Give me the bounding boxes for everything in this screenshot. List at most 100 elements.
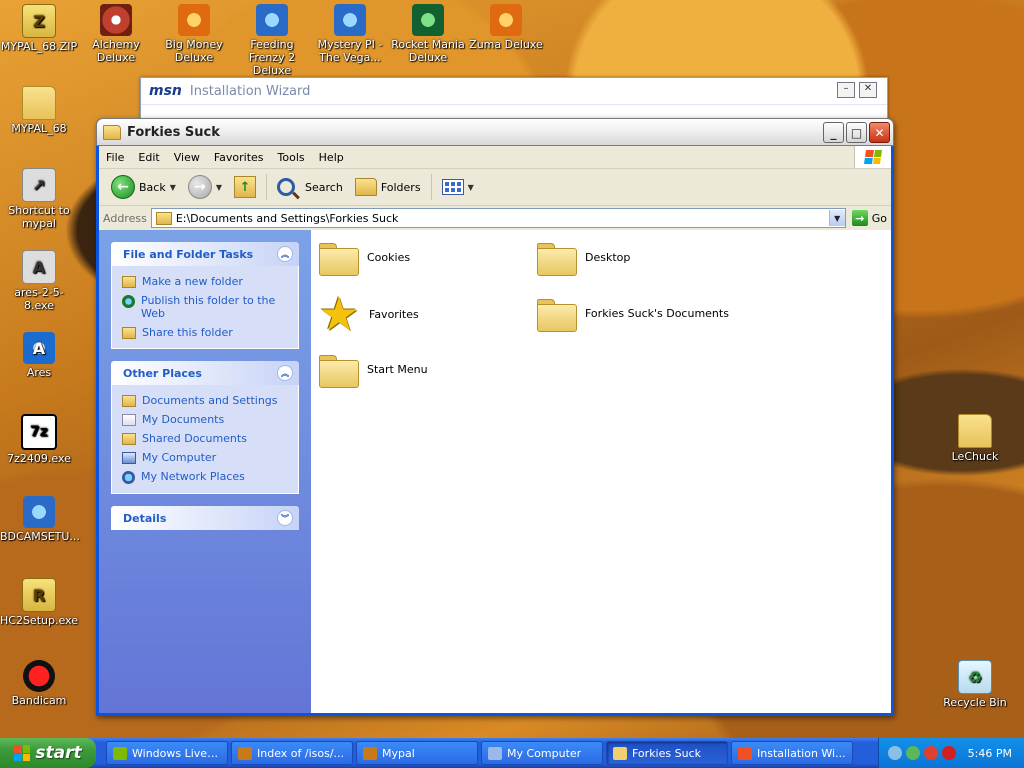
desktop-icon-ares[interactable]: A Ares <box>0 332 78 379</box>
menu-file[interactable]: File <box>99 151 131 164</box>
explorer-titlebar[interactable]: Forkies Suck _ □ ✕ <box>96 118 894 146</box>
folder-icon <box>122 433 136 445</box>
taskbar-item-my-computer[interactable]: My Computer <box>481 741 603 765</box>
desktop-icon-feeding-frenzy[interactable]: Feeding Frenzy 2 Deluxe <box>233 4 311 77</box>
up-button[interactable]: ↑ <box>228 172 262 202</box>
taskbar-item-forkies-suck[interactable]: Forkies Suck <box>606 741 728 765</box>
folders-button[interactable]: Folders <box>349 172 427 202</box>
back-button[interactable]: ← Back ▼ <box>105 172 182 202</box>
task-label: Windows Live ... <box>132 746 221 760</box>
msn-titlebar[interactable]: msn Installation Wizard <box>141 78 887 105</box>
start-button[interactable]: start <box>0 738 96 768</box>
file-list-view[interactable]: Cookies Desktop ★ Favorites Forkies Suck… <box>311 230 891 713</box>
folder-item-start-menu[interactable]: Start Menu <box>319 352 428 388</box>
desktop-icon-big-money[interactable]: Big Money Deluxe <box>155 4 233 64</box>
desktop-icon-label: Rocket Mania Deluxe <box>391 38 465 64</box>
place-my-computer[interactable]: My Computer <box>122 448 288 467</box>
taskbar-item-mypal[interactable]: Mypal <box>356 741 478 765</box>
task-publish-web[interactable]: Publish this folder to the Web <box>122 291 288 323</box>
desktop-icon-alchemy[interactable]: Alchemy Deluxe <box>77 4 155 64</box>
system-tray: 5:46 PM <box>878 738 1024 768</box>
taskbar-item-index-isos[interactable]: Index of /isos/... <box>231 741 353 765</box>
other-places-panel: Other Places ︽ Documents and Settings My… <box>111 361 299 494</box>
address-label: Address <box>103 211 147 225</box>
task-label: Publish this folder to the Web <box>141 294 276 320</box>
msn-close-button[interactable]: ✕ <box>859 82 877 98</box>
messenger-tray-icon[interactable] <box>905 746 920 760</box>
taskbar-item-windows-live[interactable]: Windows Live ... <box>106 741 228 765</box>
desktop-icon-rocket-mania[interactable]: Rocket Mania Deluxe <box>389 4 467 64</box>
desktop-icon-hc2setup[interactable]: R HC2Setup.exe <box>0 578 78 627</box>
place-documents-and-settings[interactable]: Documents and Settings <box>122 391 288 410</box>
menu-view[interactable]: View <box>167 151 207 164</box>
winrar-icon: R <box>22 578 56 612</box>
search-button[interactable]: Search <box>271 172 349 202</box>
desktop-icon-mystery-pi[interactable]: Mystery PI - The Vega... <box>311 4 389 64</box>
close-button[interactable]: ✕ <box>869 122 890 143</box>
desktop-icon-ares-installer[interactable]: A ares-2-5-8.exe <box>0 250 78 312</box>
recycle-bin-icon: ♻ <box>958 660 992 694</box>
collapse-chevron-icon[interactable]: ︽ <box>277 365 293 381</box>
desktop-icon-bdcam[interactable]: BDCAMSETU... <box>0 496 80 543</box>
task-label: Installation Wi... <box>757 746 846 760</box>
menu-help[interactable]: Help <box>312 151 351 164</box>
shield-icon[interactable] <box>941 746 956 760</box>
address-input[interactable] <box>175 211 829 225</box>
folder-item-desktop[interactable]: Desktop <box>537 240 630 276</box>
folder-icon <box>613 746 627 760</box>
other-places-header[interactable]: Other Places ︽ <box>111 361 299 385</box>
maximize-button[interactable]: □ <box>846 122 867 143</box>
folder-icon <box>537 240 577 276</box>
msn-minimize-button[interactable]: – <box>837 82 855 98</box>
desktop-icon-label: Shortcut to mypal <box>8 204 70 230</box>
desktop-icon-zuma[interactable]: Zuma Deluxe <box>467 4 545 51</box>
desktop-icon-label: MYPAL_68.ZIP <box>0 40 78 53</box>
desktop-icon-lechuck[interactable]: LeChuck <box>936 414 1014 463</box>
taskbar-buttons: Windows Live ... Index of /isos/... Mypa… <box>106 741 853 765</box>
menu-tools[interactable]: Tools <box>271 151 312 164</box>
desktop-icon-mypal-folder[interactable]: MYPAL_68 <box>0 86 78 135</box>
task-share-folder[interactable]: Share this folder <box>122 323 288 342</box>
menu-favorites[interactable]: Favorites <box>207 151 271 164</box>
menu-edit[interactable]: Edit <box>131 151 166 164</box>
expand-chevron-icon[interactable]: ︾ <box>277 510 293 526</box>
chevron-down-icon[interactable]: ▼ <box>468 183 474 192</box>
desktop-icon-bandicam[interactable]: Bandicam <box>0 660 78 707</box>
folder-item-cookies[interactable]: Cookies <box>319 240 410 276</box>
folder-icon <box>155 211 172 225</box>
place-my-documents[interactable]: My Documents <box>122 410 288 429</box>
desktop-icon-7zip[interactable]: 7z 7z2409.exe <box>0 414 78 465</box>
views-button[interactable]: ▼ <box>436 172 480 202</box>
file-folder-tasks-header[interactable]: File and Folder Tasks ︽ <box>111 242 299 266</box>
security-alert-icon[interactable] <box>923 746 938 760</box>
minimize-button[interactable]: _ <box>823 122 844 143</box>
clock[interactable]: 5:46 PM <box>968 747 1012 760</box>
forward-button[interactable]: → ▼ <box>182 172 228 202</box>
folder-item-documents[interactable]: Forkies Suck's Documents <box>537 296 729 332</box>
collapse-chevron-icon[interactable]: ︽ <box>277 246 293 262</box>
chevron-down-icon[interactable]: ▼ <box>216 183 222 192</box>
network-tray-icon[interactable] <box>887 746 902 760</box>
desktop-icon-mypal-zip[interactable]: Z MYPAL_68.ZIP <box>0 4 78 53</box>
desktop-icon-recycle-bin[interactable]: ♻ Recycle Bin <box>936 660 1014 709</box>
desktop-icon-shortcut-mypal[interactable]: ↗ Shortcut to mypal <box>0 168 78 230</box>
explorer-window[interactable]: Forkies Suck _ □ ✕ File Edit View Favori… <box>96 118 894 716</box>
task-label: Forkies Suck <box>632 746 701 760</box>
place-shared-documents[interactable]: Shared Documents <box>122 429 288 448</box>
address-dropdown-button[interactable]: ▼ <box>828 210 845 226</box>
task-pane: File and Folder Tasks ︽ Make a new folde… <box>99 230 311 713</box>
desktop-icon-label: Alchemy Deluxe <box>92 38 140 64</box>
share-folder-icon <box>122 327 136 339</box>
globe-icon <box>122 295 135 308</box>
folder-item-favorites[interactable]: ★ Favorites <box>317 291 418 337</box>
msn-icon <box>738 746 752 760</box>
chevron-down-icon[interactable]: ▼ <box>170 183 176 192</box>
place-my-network-places[interactable]: My Network Places <box>122 467 288 487</box>
desktop-icon-label: Bandicam <box>11 694 67 707</box>
desktop-icon-label: LeChuck <box>951 450 999 463</box>
go-button[interactable]: → Go <box>851 210 887 226</box>
address-field[interactable]: ▼ <box>150 208 846 228</box>
details-header[interactable]: Details ︾ <box>111 506 299 530</box>
task-make-new-folder[interactable]: Make a new folder <box>122 272 288 291</box>
taskbar-item-installation-wizard[interactable]: Installation Wi... <box>731 741 853 765</box>
